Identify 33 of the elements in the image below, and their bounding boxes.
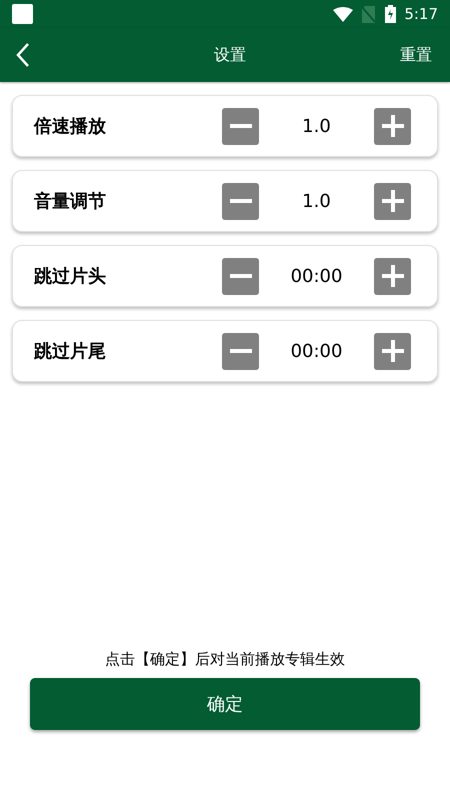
note-text: 点击【确定】后对当前播放专辑生效 — [105, 648, 345, 670]
minus-icon — [230, 124, 252, 128]
increase-button[interactable] — [374, 108, 411, 144]
minus-icon — [230, 199, 252, 203]
plus-icon — [382, 340, 404, 362]
no-sim-icon — [362, 6, 376, 22]
reset-button[interactable]: 重置 — [400, 43, 432, 67]
battery-charging-icon — [385, 5, 396, 23]
minus-icon — [230, 349, 252, 353]
setting-value: 00:00 — [290, 264, 344, 288]
setting-value: 1.0 — [301, 190, 332, 214]
wifi-icon — [333, 6, 354, 22]
increase-button[interactable] — [374, 182, 411, 220]
notification-icon — [12, 4, 33, 24]
setting-value: 00:00 — [290, 340, 344, 364]
plus-icon — [382, 115, 404, 137]
clock-time: 5:17 — [404, 4, 438, 25]
plus-icon — [382, 190, 404, 212]
decrease-button[interactable] — [222, 332, 259, 370]
decrease-button[interactable] — [222, 258, 259, 294]
increase-button[interactable] — [374, 332, 411, 370]
plus-icon — [382, 265, 404, 287]
decrease-button[interactable] — [222, 108, 259, 144]
setting-label: 音量调节 — [34, 190, 107, 214]
setting-label: 倍速播放 — [34, 114, 107, 138]
confirm-button[interactable]: 确定 — [30, 678, 420, 730]
minus-icon — [230, 274, 252, 278]
setting-value: 1.0 — [301, 114, 332, 138]
page-title: 设置 — [214, 44, 246, 66]
decrease-button[interactable] — [222, 182, 259, 220]
setting-label: 跳过片头 — [34, 264, 107, 288]
increase-button[interactable] — [374, 258, 411, 294]
setting-label: 跳过片尾 — [34, 340, 107, 364]
